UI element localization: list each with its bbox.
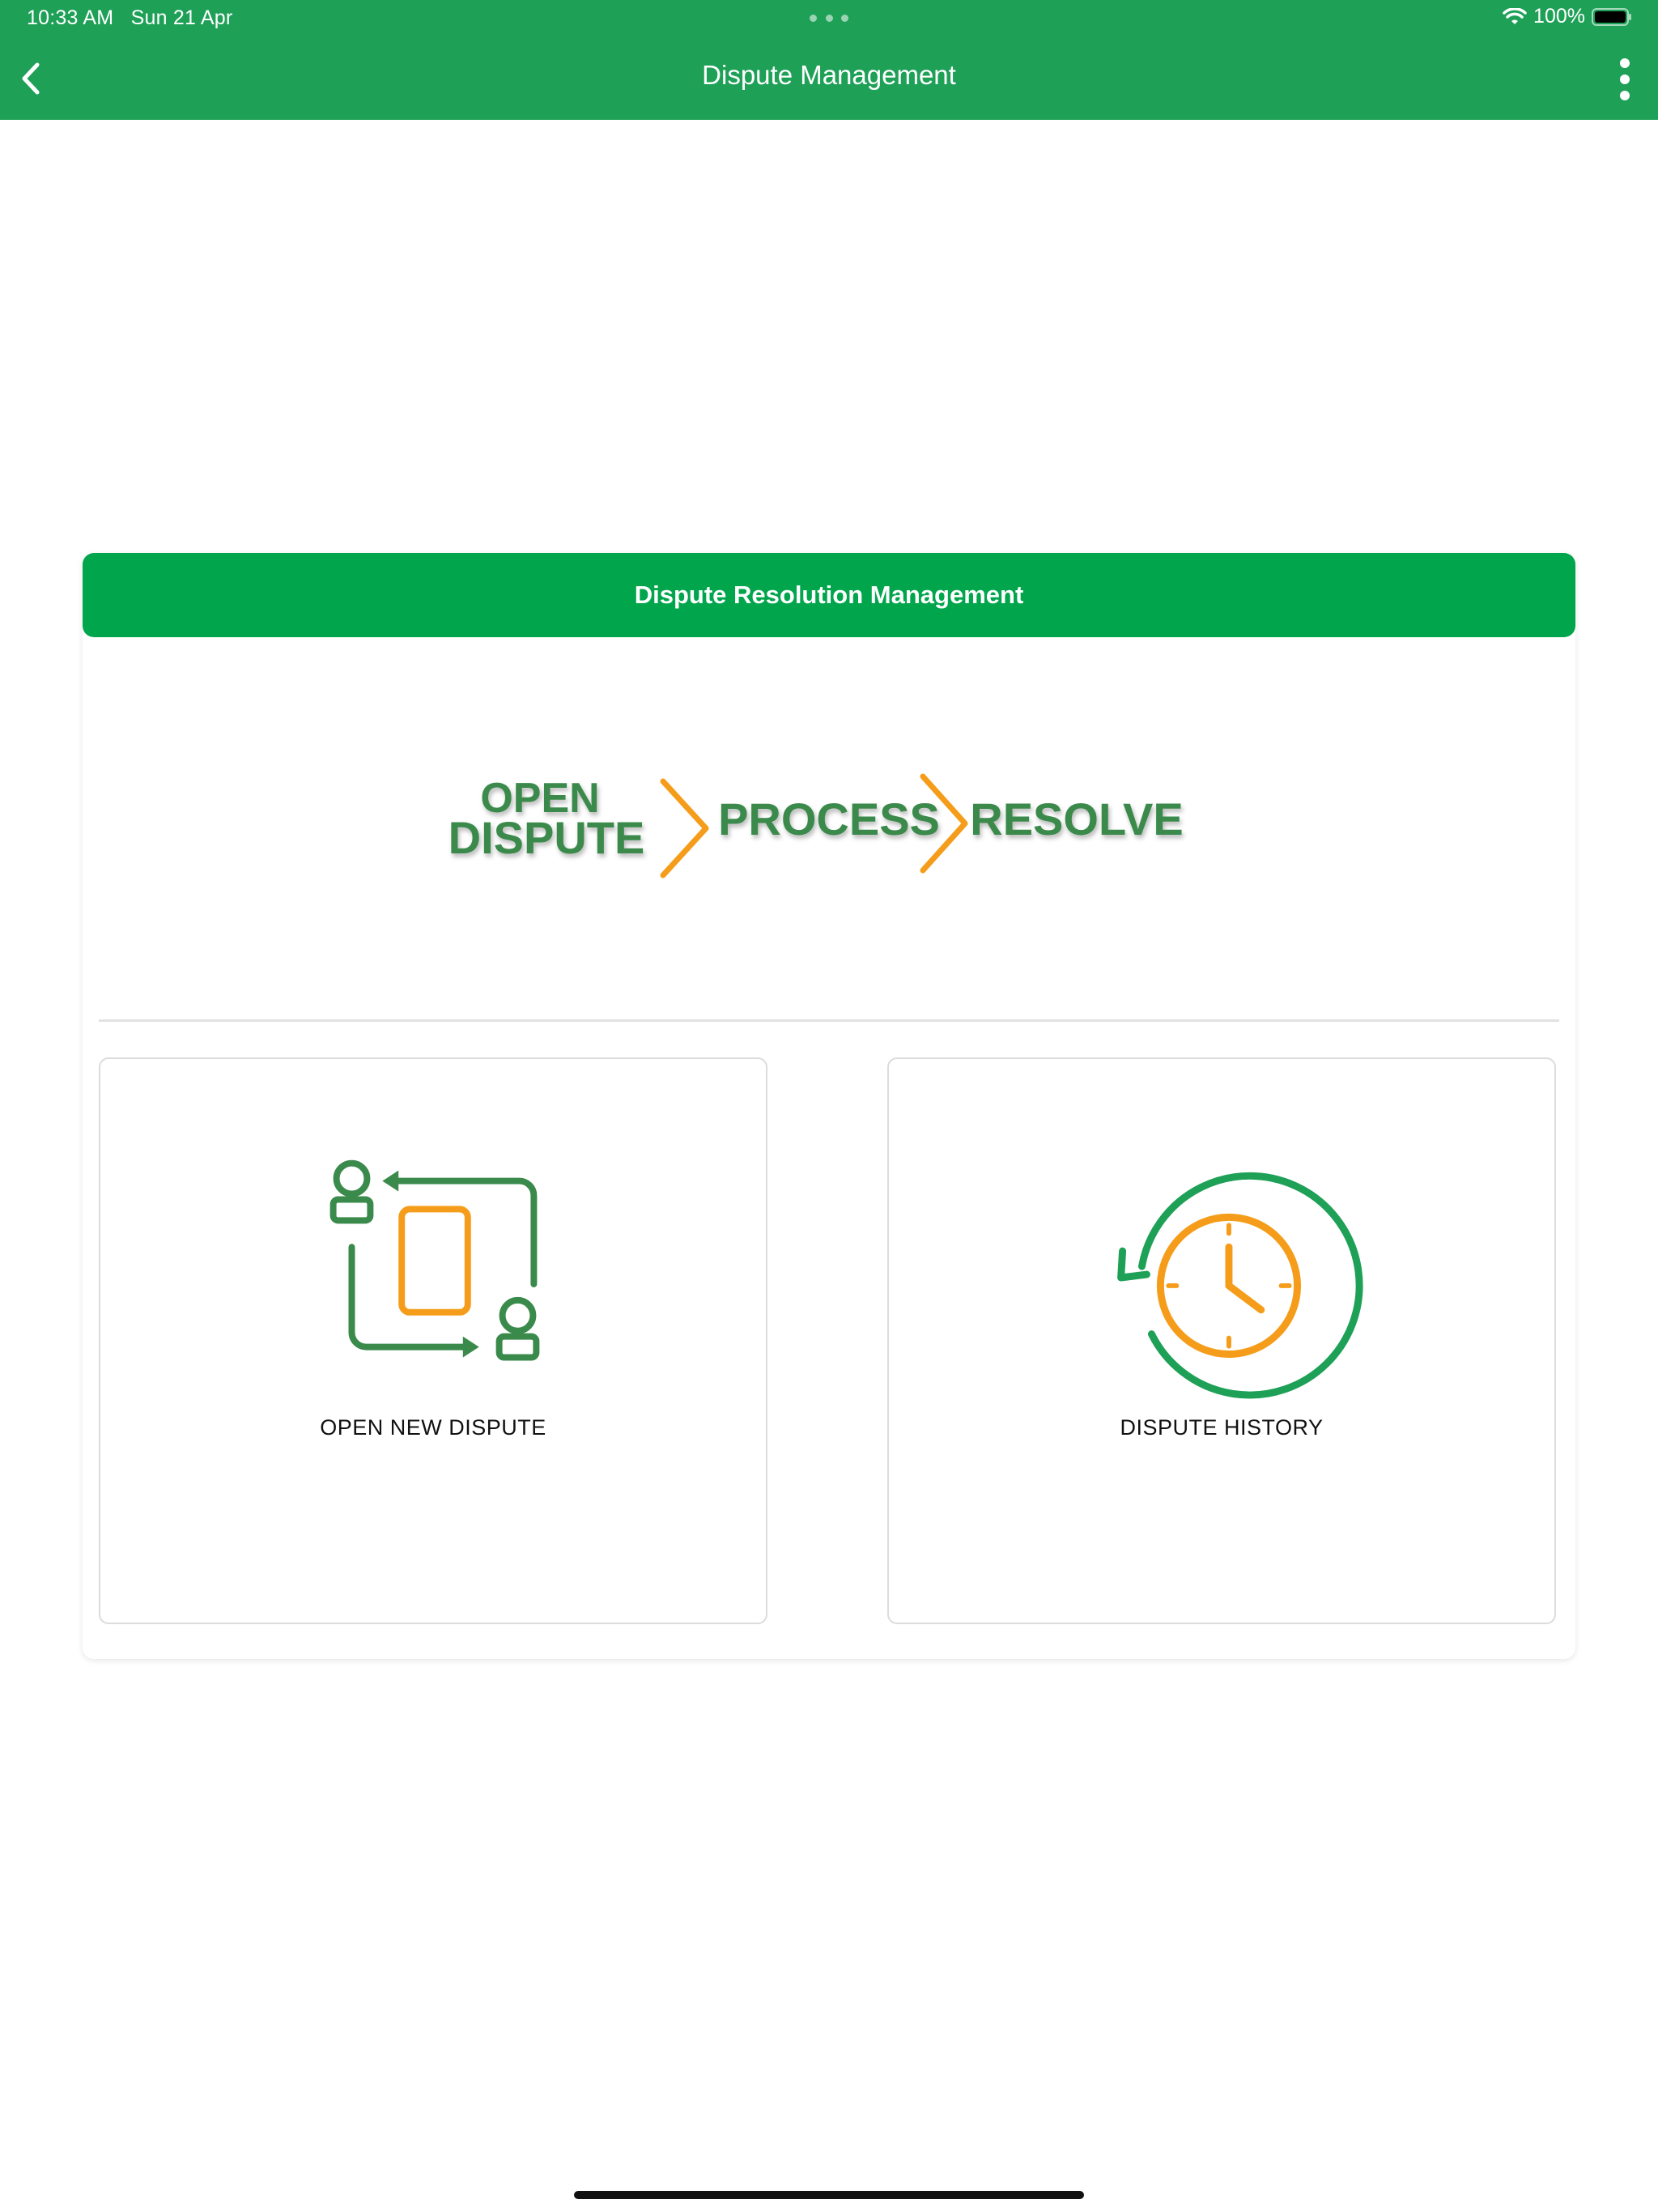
open-new-dispute-label: OPEN NEW DISPUTE [320,1415,546,1440]
multitasking-dots-icon[interactable] [810,10,848,26]
more-vertical-icon [1620,58,1630,100]
battery-icon [1592,7,1631,26]
card-header: Dispute Resolution Management [83,553,1575,637]
divider [99,1019,1559,1022]
history-clock-icon [1117,1172,1363,1399]
dispute-history-label: DISPUTE HISTORY [1120,1415,1324,1440]
status-right: 100% [1503,5,1632,28]
status-time: 10:33 AM Sun 21 Apr [27,6,232,30]
status-date-text: Sun 21 Apr [130,6,233,29]
more-options-button[interactable] [1613,57,1637,102]
home-indicator[interactable] [574,2191,1084,2199]
top-app-bar: 10:33 AM Sun 21 Apr 100% Dispute Managem… [0,0,1658,120]
dispute-history-tile[interactable]: DISPUTE HISTORY [887,1057,1556,1624]
wifi-icon [1503,7,1527,24]
battery-percent: 100% [1533,5,1585,28]
process-banner: OPEN DISPUTE PROCESS RESOLVE [449,773,1184,878]
banner-process-text: PROCESS [718,793,940,844]
open-new-dispute-tile[interactable]: OPEN NEW DISPUTE [99,1057,767,1624]
page-title: Dispute Management [702,60,956,90]
banner-dispute-text: DISPUTE [449,812,645,863]
exchange-users-icon [329,1159,540,1361]
dispute-card: Dispute Resolution Management OPEN DISPU… [83,553,1575,1659]
banner-resolve-text: RESOLVE [970,793,1183,844]
status-time-text: 10:33 AM [27,6,114,29]
